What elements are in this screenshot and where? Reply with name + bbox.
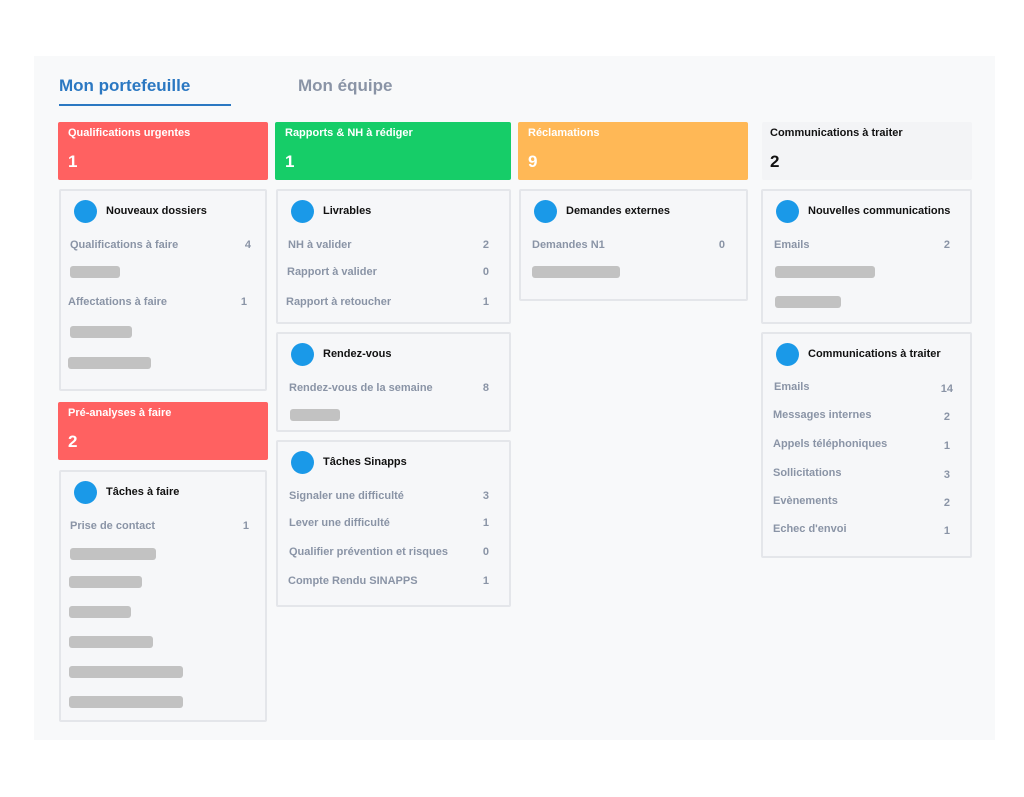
circle-icon: [776, 200, 799, 223]
stat-rapports-nh[interactable]: Rapports & NH à rédiger 1: [275, 122, 511, 180]
stat-qualifications-urgentes[interactable]: Qualifications urgentes 1: [58, 122, 268, 180]
stat-count: 2: [68, 432, 78, 451]
card-communications-a-traiter: Communications à traiter Emails 14 Messa…: [761, 332, 972, 558]
placeholder-bar: [69, 636, 153, 648]
dashboard-frame: Mon portefeuille Mon équipe Qualificatio…: [34, 56, 995, 740]
row-label-appels-telephoniques[interactable]: Appels téléphoniques: [773, 438, 887, 450]
card-demandes-externes: Demandes externes Demandes N1 0: [519, 189, 748, 301]
stat-title: Réclamations: [528, 127, 600, 139]
stat-count: 1: [285, 152, 295, 171]
placeholder-bar: [69, 576, 142, 588]
row-label-qualifier-prevention[interactable]: Qualifier prévention et risques: [289, 546, 448, 558]
stat-title: Pré-analyses à faire: [68, 407, 172, 419]
placeholder-bar: [532, 266, 620, 278]
card-title: Communications à traiter: [808, 348, 941, 360]
tab-bar: Mon portefeuille Mon équipe: [34, 56, 995, 116]
circle-icon: [776, 343, 799, 366]
placeholder-bar: [69, 606, 131, 618]
stat-count: 1: [68, 152, 78, 171]
stat-count: 2: [770, 152, 780, 171]
row-count-rapport-a-valider: 0: [482, 266, 489, 278]
placeholder-bar: [70, 548, 156, 560]
placeholder-bar: [68, 357, 151, 369]
row-count-prise-de-contact: 1: [242, 520, 249, 532]
card-title: Nouvelles communications: [808, 205, 951, 217]
row-count-emails: 2: [943, 239, 950, 251]
stat-communications-a-traiter[interactable]: Communications à traiter 2: [762, 122, 972, 180]
placeholder-bar: [775, 266, 875, 278]
row-count-echec-envoi: 1: [943, 525, 950, 537]
circle-icon: [291, 343, 314, 366]
row-label-rapport-a-retoucher[interactable]: Rapport à retoucher: [286, 296, 391, 308]
card-title: Nouveaux dossiers: [106, 205, 207, 217]
active-tab-underline: [59, 104, 231, 106]
row-count-emails: 14: [940, 383, 953, 395]
circle-icon: [74, 481, 97, 504]
stat-pre-analyses[interactable]: Pré-analyses à faire 2: [58, 402, 268, 460]
row-label-compte-rendu-sinapps[interactable]: Compte Rendu SINAPPS: [288, 575, 418, 587]
card-nouveaux-dossiers: Nouveaux dossiers Qualifications à faire…: [59, 189, 267, 391]
row-label-prise-de-contact[interactable]: Prise de contact: [70, 520, 155, 532]
tab-mon-portefeuille[interactable]: Mon portefeuille: [59, 76, 190, 96]
row-count-rapport-a-retoucher: 1: [482, 296, 489, 308]
row-label-affectations[interactable]: Affectations à faire: [68, 296, 167, 308]
row-count-appels-telephoniques: 1: [943, 440, 950, 452]
card-taches-sinapps: Tâches Sinapps Signaler une difficulté 3…: [276, 440, 511, 607]
placeholder-bar: [70, 266, 120, 278]
card-title: Tâches Sinapps: [323, 456, 407, 468]
row-label-demandes-n1[interactable]: Demandes N1: [532, 239, 605, 251]
row-count-nh-a-valider: 2: [482, 239, 489, 251]
placeholder-bar: [290, 409, 340, 421]
row-label-emails[interactable]: Emails: [774, 239, 809, 251]
row-count-demandes-n1: 0: [718, 239, 725, 251]
circle-icon: [74, 200, 97, 223]
card-title: Tâches à faire: [106, 486, 180, 498]
row-count-evenements: 2: [943, 497, 950, 509]
row-label-rendez-vous-semaine[interactable]: Rendez-vous de la semaine: [289, 382, 433, 394]
placeholder-bar: [775, 296, 841, 308]
stat-count: 9: [528, 152, 538, 171]
row-count-qualifier-prevention: 0: [482, 546, 489, 558]
row-count-qualifications: 4: [244, 239, 251, 251]
circle-icon: [291, 200, 314, 223]
card-title: Demandes externes: [566, 205, 670, 217]
row-count-affectations: 1: [240, 296, 247, 308]
card-title: Rendez-vous: [323, 348, 392, 360]
row-count-messages-internes: 2: [943, 411, 950, 423]
row-label-sollicitations[interactable]: Sollicitations: [773, 467, 841, 479]
row-label-echec-envoi[interactable]: Echec d'envoi: [773, 523, 847, 535]
row-label-nh-a-valider[interactable]: NH à valider: [288, 239, 352, 251]
row-label-signaler-difficulte[interactable]: Signaler une difficulté: [289, 490, 404, 502]
card-title: Livrables: [323, 205, 372, 217]
card-taches-a-faire: Tâches à faire Prise de contact 1: [59, 470, 267, 722]
stat-title: Communications à traiter: [770, 127, 903, 139]
row-label-evenements[interactable]: Evènements: [773, 495, 838, 507]
circle-icon: [534, 200, 557, 223]
row-count-rendez-vous-semaine: 8: [482, 382, 489, 394]
row-label-qualifications[interactable]: Qualifications à faire: [70, 239, 178, 251]
card-nouvelles-communications: Nouvelles communications Emails 2: [761, 189, 972, 324]
placeholder-bar: [70, 326, 132, 338]
row-count-sollicitations: 3: [943, 469, 950, 481]
placeholder-bar: [69, 666, 183, 678]
tab-mon-equipe[interactable]: Mon équipe: [298, 76, 392, 96]
row-count-signaler-difficulte: 3: [482, 490, 489, 502]
row-label-emails[interactable]: Emails: [774, 381, 809, 393]
card-livrables: Livrables NH à valider 2 Rapport à valid…: [276, 189, 511, 324]
stat-title: Rapports & NH à rédiger: [285, 127, 413, 139]
stat-title: Qualifications urgentes: [68, 127, 191, 139]
row-label-messages-internes[interactable]: Messages internes: [773, 409, 871, 421]
card-rendez-vous: Rendez-vous Rendez-vous de la semaine 8: [276, 332, 511, 432]
stat-reclamations[interactable]: Réclamations 9: [518, 122, 748, 180]
circle-icon: [291, 451, 314, 474]
row-label-rapport-a-valider[interactable]: Rapport à valider: [287, 266, 377, 278]
row-count-compte-rendu-sinapps: 1: [482, 575, 489, 587]
row-label-lever-difficulte[interactable]: Lever une difficulté: [289, 517, 390, 529]
row-count-lever-difficulte: 1: [482, 517, 489, 529]
placeholder-bar: [69, 696, 183, 708]
